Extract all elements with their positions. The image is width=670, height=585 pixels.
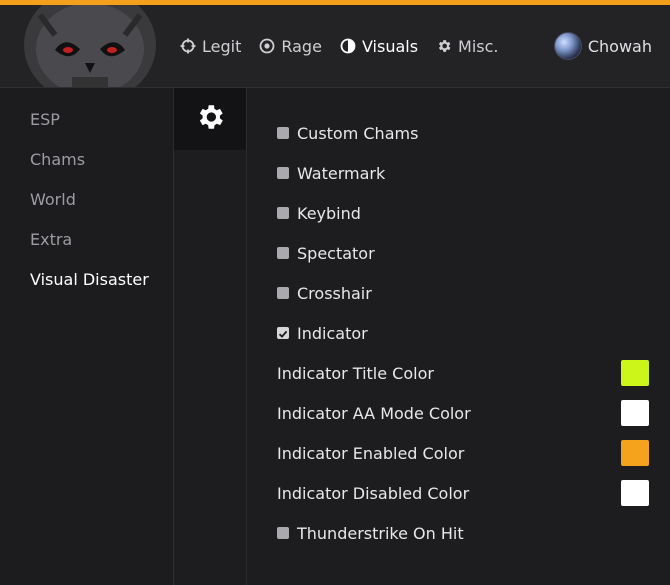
- sidebar: ESP Chams World Extra Visual Disaster: [0, 88, 174, 585]
- checkbox[interactable]: [277, 167, 289, 179]
- option-label: Thunderstrike On Hit: [297, 523, 464, 543]
- tab-visuals-label: Visuals: [361, 36, 419, 56]
- option-indicator: Indicator: [277, 322, 368, 344]
- option-label: Custom Chams: [297, 123, 419, 143]
- option-label: Watermark: [297, 163, 386, 183]
- checkbox[interactable]: [277, 327, 289, 339]
- sidebar-item-esp[interactable]: ESP: [30, 110, 60, 129]
- checkbox[interactable]: [277, 527, 289, 539]
- user-profile[interactable]: Chowah: [553, 5, 652, 87]
- header: Legit Rage Visuals Misc. Chowah: [0, 5, 670, 88]
- half-circle-icon: [340, 38, 356, 54]
- checkbox[interactable]: [277, 287, 289, 299]
- skull-logo: [10, 5, 170, 87]
- indicator-aa-mode-color-label: Indicator AA Mode Color: [277, 404, 471, 423]
- sidebar-item-extra[interactable]: Extra: [30, 230, 72, 249]
- settings-panel: Custom Chams Watermark Keybind Spectator…: [247, 88, 670, 585]
- gear-icon: [436, 38, 452, 54]
- username: Chowah: [587, 36, 652, 56]
- indicator-disabled-color-label: Indicator Disabled Color: [277, 484, 470, 503]
- checkbox[interactable]: [277, 207, 289, 219]
- sub-tab-bar: [174, 88, 247, 585]
- tab-misc-label: Misc.: [458, 36, 499, 56]
- tab-legit-label: Legit: [202, 36, 242, 56]
- tab-rage-label: Rage: [281, 36, 322, 56]
- target-icon: [259, 38, 275, 54]
- checkmark-icon: [278, 324, 288, 343]
- sub-tab-settings[interactable]: [174, 88, 246, 150]
- option-label: Crosshair: [297, 283, 372, 303]
- indicator-enabled-color-label: Indicator Enabled Color: [277, 444, 465, 463]
- tab-rage[interactable]: Rage: [259, 37, 322, 56]
- sidebar-item-world[interactable]: World: [30, 190, 76, 209]
- gear-icon: [194, 101, 226, 137]
- option-crosshair: Crosshair: [277, 282, 372, 304]
- option-label: Keybind: [297, 203, 361, 223]
- tab-legit[interactable]: Legit: [180, 37, 241, 56]
- option-spectator: Spectator: [277, 242, 375, 264]
- sidebar-item-chams[interactable]: Chams: [30, 150, 85, 169]
- tab-misc[interactable]: Misc.: [436, 36, 499, 56]
- option-label: Spectator: [297, 243, 375, 263]
- option-thunderstrike-on-hit: Thunderstrike On Hit: [277, 522, 464, 544]
- sidebar-item-visual-disaster[interactable]: Visual Disaster: [30, 270, 149, 289]
- indicator-title-color-label: Indicator Title Color: [277, 364, 434, 383]
- checkbox[interactable]: [277, 127, 289, 139]
- indicator-enabled-color-swatch[interactable]: [621, 440, 649, 466]
- crosshair-icon: [180, 38, 196, 54]
- checkbox[interactable]: [277, 247, 289, 259]
- main-nav: Legit Rage Visuals Misc.: [180, 5, 517, 87]
- option-watermark: Watermark: [277, 162, 385, 184]
- indicator-aa-mode-color-swatch[interactable]: [621, 400, 649, 426]
- avatar: [553, 32, 582, 60]
- option-custom-chams: Custom Chams: [277, 122, 418, 144]
- tab-visuals[interactable]: Visuals: [340, 37, 418, 56]
- option-keybind: Keybind: [277, 202, 361, 224]
- option-label: Indicator: [297, 323, 368, 343]
- indicator-title-color-swatch[interactable]: [621, 360, 649, 386]
- indicator-disabled-color-swatch[interactable]: [621, 480, 649, 506]
